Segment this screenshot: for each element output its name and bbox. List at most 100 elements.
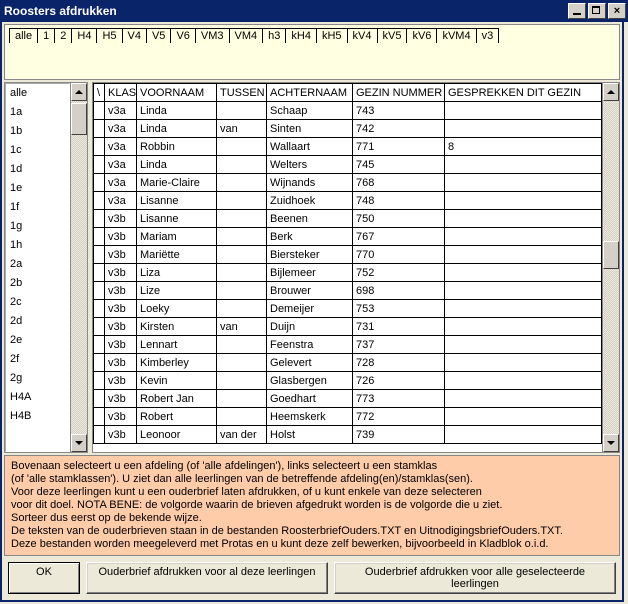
table-cell[interactable] [217,264,267,282]
table-cell[interactable] [445,318,602,336]
table-cell[interactable] [445,156,602,174]
column-header[interactable]: KLAS [105,84,137,102]
maximize-button[interactable] [588,3,606,19]
table-cell[interactable]: 773 [353,390,445,408]
list-item[interactable]: H4A [6,388,69,407]
list-item[interactable]: 1f [6,198,69,217]
table-cell[interactable] [217,408,267,426]
table-cell[interactable]: Kimberley [137,354,217,372]
table-cell[interactable]: Demeijer [267,300,353,318]
column-header[interactable]: ACHTERNAAM [267,84,353,102]
tab-H5[interactable]: H5 [96,28,122,43]
list-item[interactable]: 2g [6,369,69,388]
list-item[interactable]: 2d [6,312,69,331]
table-cell[interactable] [94,192,105,210]
table-cell[interactable]: v3b [105,318,137,336]
table-cell[interactable]: Lize [137,282,217,300]
table-cell[interactable]: Mariëtte [137,246,217,264]
table-cell[interactable] [217,210,267,228]
table-cell[interactable]: 742 [353,120,445,138]
table-row[interactable]: v3bLoekyDemeijer753 [94,300,602,318]
table-row[interactable]: v3bLizeBrouwer698 [94,282,602,300]
table-row[interactable]: v3aLindaSchaap743 [94,102,602,120]
list-item[interactable]: 1e [6,179,69,198]
table-cell[interactable]: Duijn [267,318,353,336]
print-selected-button[interactable]: Ouderbrief afdrukken voor alle geselecte… [334,562,616,594]
table-cell[interactable]: Kirsten [137,318,217,336]
table-cell[interactable]: Biersteker [267,246,353,264]
table-cell[interactable]: van [217,318,267,336]
table-cell[interactable]: Linda [137,120,217,138]
print-all-button[interactable]: Ouderbrief afdrukken voor al deze leerli… [86,562,328,594]
list-item[interactable]: 2e [6,331,69,350]
table-cell[interactable]: Leonoor [137,426,217,444]
list-item[interactable]: 1b [6,122,69,141]
tab-kVM4[interactable]: kVM4 [436,28,476,43]
table-cell[interactable] [445,264,602,282]
table-cell[interactable] [94,246,105,264]
table-cell[interactable]: Welters [267,156,353,174]
tab-V6[interactable]: V6 [170,28,195,43]
column-header[interactable]: TUSSEN [217,84,267,102]
table-cell[interactable] [94,300,105,318]
table-cell[interactable]: Marie-Claire [137,174,217,192]
table-cell[interactable]: Lennart [137,336,217,354]
table-cell[interactable]: Lisanne [137,192,217,210]
table-cell[interactable]: 750 [353,210,445,228]
table-cell[interactable]: 731 [353,318,445,336]
scroll-down-button[interactable] [603,434,619,452]
list-item[interactable]: 1d [6,160,69,179]
scroll-thumb[interactable] [71,103,87,135]
table-cell[interactable]: v3b [105,300,137,318]
table-cell[interactable] [94,282,105,300]
table-cell[interactable] [445,336,602,354]
table-cell[interactable] [217,390,267,408]
table-cell[interactable] [94,264,105,282]
list-item[interactable]: alle [6,84,69,103]
left-scrollbar[interactable] [70,83,87,452]
table-cell[interactable] [217,192,267,210]
table-cell[interactable]: 726 [353,372,445,390]
table-cell[interactable]: Beenen [267,210,353,228]
tab-kV5[interactable]: kV5 [377,28,408,43]
table-row[interactable]: v3bKimberleyGelevert728 [94,354,602,372]
table-cell[interactable] [445,192,602,210]
table-cell[interactable]: v3b [105,372,137,390]
table-cell[interactable]: v3a [105,138,137,156]
table-cell[interactable] [445,354,602,372]
table-cell[interactable]: v3a [105,102,137,120]
table-cell[interactable] [94,372,105,390]
table-cell[interactable]: v3a [105,174,137,192]
table-cell[interactable]: 739 [353,426,445,444]
list-item[interactable]: 1a [6,103,69,122]
scroll-track[interactable] [603,101,619,434]
list-item[interactable]: 2b [6,274,69,293]
table-cell[interactable]: 770 [353,246,445,264]
scroll-up-button[interactable] [71,83,87,101]
table-cell[interactable]: 768 [353,174,445,192]
table-cell[interactable] [94,138,105,156]
table-scrollbar[interactable] [602,83,619,452]
table-cell[interactable]: 772 [353,408,445,426]
table-cell[interactable]: Loeky [137,300,217,318]
tab-kH4[interactable]: kH4 [285,28,317,43]
table-cell[interactable] [217,336,267,354]
tab-kH5[interactable]: kH5 [316,28,348,43]
column-header[interactable]: VOORNAAM [137,84,217,102]
table-cell[interactable]: v3b [105,390,137,408]
table-cell[interactable]: Brouwer [267,282,353,300]
table-cell[interactable]: Holst [267,426,353,444]
table-cell[interactable] [94,426,105,444]
table-row[interactable]: v3aRobbinWallaart7718 [94,138,602,156]
table-cell[interactable] [445,174,602,192]
table-header-row[interactable]: \KLASVOORNAAMTUSSENACHTERNAAMGEZIN NUMME… [94,84,602,102]
table-cell[interactable] [94,120,105,138]
tab-H4[interactable]: H4 [71,28,97,43]
table-cell[interactable]: 743 [353,102,445,120]
table-cell[interactable] [217,138,267,156]
close-button[interactable]: × [608,3,626,19]
table-row[interactable]: v3aLindaWelters745 [94,156,602,174]
table-row[interactable]: v3bRobert JanGoedhart773 [94,390,602,408]
tab-h3[interactable]: h3 [262,28,286,43]
table-cell[interactable]: van [217,120,267,138]
